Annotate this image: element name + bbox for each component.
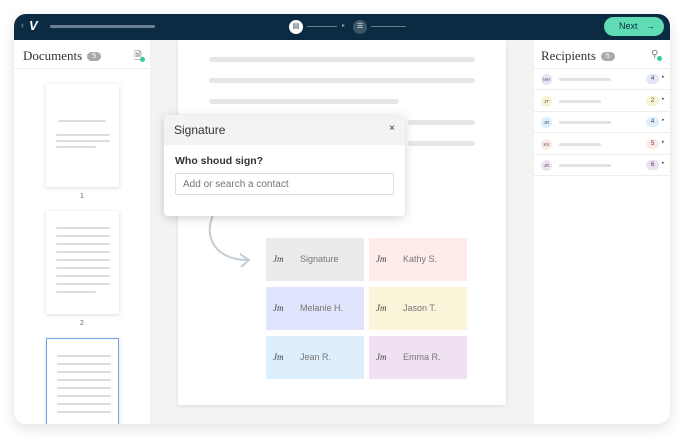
- step-connector: [371, 26, 406, 27]
- recipients-panel: Recipients 5 ⚲ MH 4 ▸ JT 2 ▸ JR 4 ▸ KS 5 ▸ JR 6 ▸: [534, 40, 670, 424]
- field-count-badge: 2: [646, 95, 659, 106]
- card-label: Emma R.: [403, 352, 441, 362]
- chevron-right-icon[interactable]: ▸: [662, 96, 665, 102]
- field-count-badge: 5: [646, 138, 659, 149]
- signature-icon: Jm: [376, 303, 387, 313]
- documents-panel: Documents 5 🗎 1 2: [14, 40, 150, 424]
- documents-title: Documents 5: [23, 48, 102, 64]
- page-thumbnail-selected[interactable]: [46, 338, 119, 424]
- recipient-avatar: JT: [541, 95, 552, 107]
- step-connector: [307, 26, 337, 27]
- back-icon[interactable]: ‹: [21, 20, 24, 30]
- recipient-avatar: JR: [541, 117, 552, 128]
- name-placeholder: [559, 78, 611, 81]
- signature-icon: Jm: [376, 352, 387, 362]
- popup-question: Who shoud sign?: [175, 155, 264, 167]
- page-thumbnail[interactable]: [46, 84, 119, 187]
- signer-field-card[interactable]: Jm Jean R.: [266, 336, 364, 379]
- card-label: Jason T.: [403, 303, 437, 313]
- recipient-row[interactable]: JR 4 ▸: [534, 112, 670, 133]
- signer-field-card[interactable]: Jm Melanie H.: [266, 287, 364, 330]
- recipient-avatar: MH: [541, 74, 552, 85]
- card-label: Signature: [300, 254, 339, 264]
- next-button[interactable]: Next →: [604, 17, 664, 36]
- document-step-icon[interactable]: ▤: [289, 20, 303, 34]
- card-label: Jean R.: [300, 352, 332, 362]
- field-count-badge: 4: [646, 117, 659, 127]
- top-bar: ‹ V ▤ ▸ ☰ Next →: [14, 14, 670, 40]
- recipient-avatar: JR: [541, 160, 552, 171]
- chevron-right-icon[interactable]: ▸: [662, 117, 665, 123]
- signature-icon: Jm: [273, 352, 284, 362]
- page-number: 2: [80, 320, 84, 327]
- name-placeholder: [559, 121, 611, 124]
- card-label: Melanie H.: [300, 303, 344, 313]
- document-page: Jm Signature Jm Kathy S. Jm Melanie H. Jm Jason…: [178, 40, 506, 405]
- chevron-right-icon[interactable]: ▸: [662, 74, 665, 80]
- recipient-row[interactable]: JT 2 ▸: [534, 91, 670, 112]
- name-placeholder: [559, 164, 611, 167]
- page-thumbnail[interactable]: [46, 211, 119, 314]
- add-recipient-icon[interactable]: ⚲: [651, 49, 662, 61]
- chevron-right-icon[interactable]: ▸: [662, 139, 665, 145]
- contact-search-input[interactable]: [175, 173, 394, 195]
- close-icon[interactable]: ×: [389, 123, 395, 134]
- field-count-badge: 6: [646, 160, 659, 170]
- signature-icon: Jm: [273, 303, 284, 313]
- step-arrow-icon: ▸: [342, 23, 346, 29]
- field-count-badge: 4: [646, 74, 659, 84]
- documents-count: 5: [87, 52, 102, 61]
- add-document-icon[interactable]: 🗎: [134, 49, 145, 66]
- name-placeholder: [559, 99, 601, 103]
- chevron-right-icon[interactable]: ▸: [662, 160, 665, 166]
- page-number: 1: [80, 193, 84, 200]
- card-label: Kathy S.: [403, 254, 438, 264]
- signature-popup: Signature × Who shoud sign?: [164, 115, 405, 216]
- recipient-row[interactable]: MH 4 ▸: [534, 69, 670, 90]
- logo-icon: V: [29, 18, 38, 33]
- signer-field-card[interactable]: Jm Jason T.: [369, 287, 467, 330]
- popup-title: Signature: [174, 123, 226, 137]
- recipient-row[interactable]: KS 5 ▸: [534, 134, 670, 155]
- signature-icon: Jm: [376, 254, 387, 264]
- signer-field-card[interactable]: Jm Kathy S.: [369, 238, 467, 281]
- arrow-right-icon: →: [646, 21, 655, 31]
- recipients-title: Recipients 5: [541, 48, 615, 64]
- name-placeholder: [559, 142, 601, 146]
- signature-icon: Jm: [273, 254, 284, 264]
- fields-step-icon[interactable]: ☰: [353, 20, 367, 34]
- signer-field-card[interactable]: Jm Signature: [266, 238, 364, 281]
- title-placeholder: [50, 25, 155, 28]
- signer-field-card[interactable]: Jm Emma R.: [369, 336, 467, 379]
- recipients-count: 5: [600, 52, 615, 61]
- recipient-row[interactable]: JR 6 ▸: [534, 155, 670, 176]
- app-window: ‹ V ▤ ▸ ☰ Next → Documents 5 🗎 1 2 Jm Signa…: [14, 14, 670, 424]
- recipient-avatar: KS: [541, 138, 552, 150]
